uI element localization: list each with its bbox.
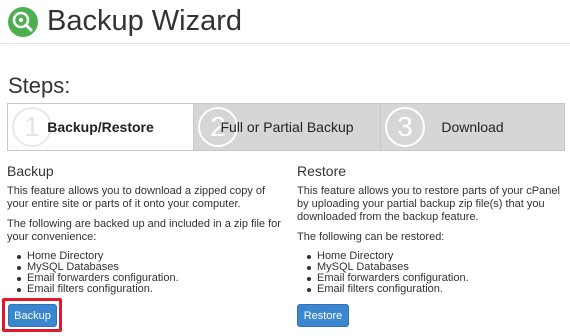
page-header: Backup Wizard <box>0 0 570 44</box>
restore-button[interactable]: Restore <box>297 304 349 327</box>
step-label: Full or Partial Backup <box>220 119 354 135</box>
step-download[interactable]: 3 Download <box>381 104 564 150</box>
step-full-or-partial-backup[interactable]: 2 Full or Partial Backup <box>194 104 381 150</box>
backup-button[interactable]: Backup <box>8 304 57 327</box>
restore-title: Restore <box>297 163 347 179</box>
list-item: Email filters configuration. <box>15 284 282 295</box>
backup-wizard-icon <box>8 7 38 37</box>
restore-section: Restore This feature allows you to resto… <box>297 162 570 295</box>
backup-title: Backup <box>7 163 54 179</box>
backup-items-list: Home Directory MySQL Databases Email for… <box>15 251 282 295</box>
backup-section: Backup This feature allows you to downlo… <box>7 162 282 295</box>
list-item: Email filters configuration. <box>305 284 570 295</box>
backup-intro: The following are backed up and included… <box>7 218 281 243</box>
step-number-1: 1 <box>12 107 52 147</box>
step-label: Backup/Restore <box>47 119 154 135</box>
page-title: Backup Wizard <box>47 5 243 37</box>
restore-description: This feature allows you to restore parts… <box>297 185 560 223</box>
step-label: Download <box>441 119 504 135</box>
step-backup-restore[interactable]: 1 Backup/Restore <box>8 104 194 150</box>
steps-heading: Steps: <box>8 73 71 98</box>
step-number-3: 3 <box>385 107 425 147</box>
restore-items-list: Home Directory MySQL Databases Email for… <box>305 251 570 295</box>
steps-bar: 1 Backup/Restore 2 Full or Partial Backu… <box>7 103 565 151</box>
backup-description: This feature allows you to download a zi… <box>7 185 266 210</box>
restore-intro: The following can be restored: <box>297 231 445 243</box>
